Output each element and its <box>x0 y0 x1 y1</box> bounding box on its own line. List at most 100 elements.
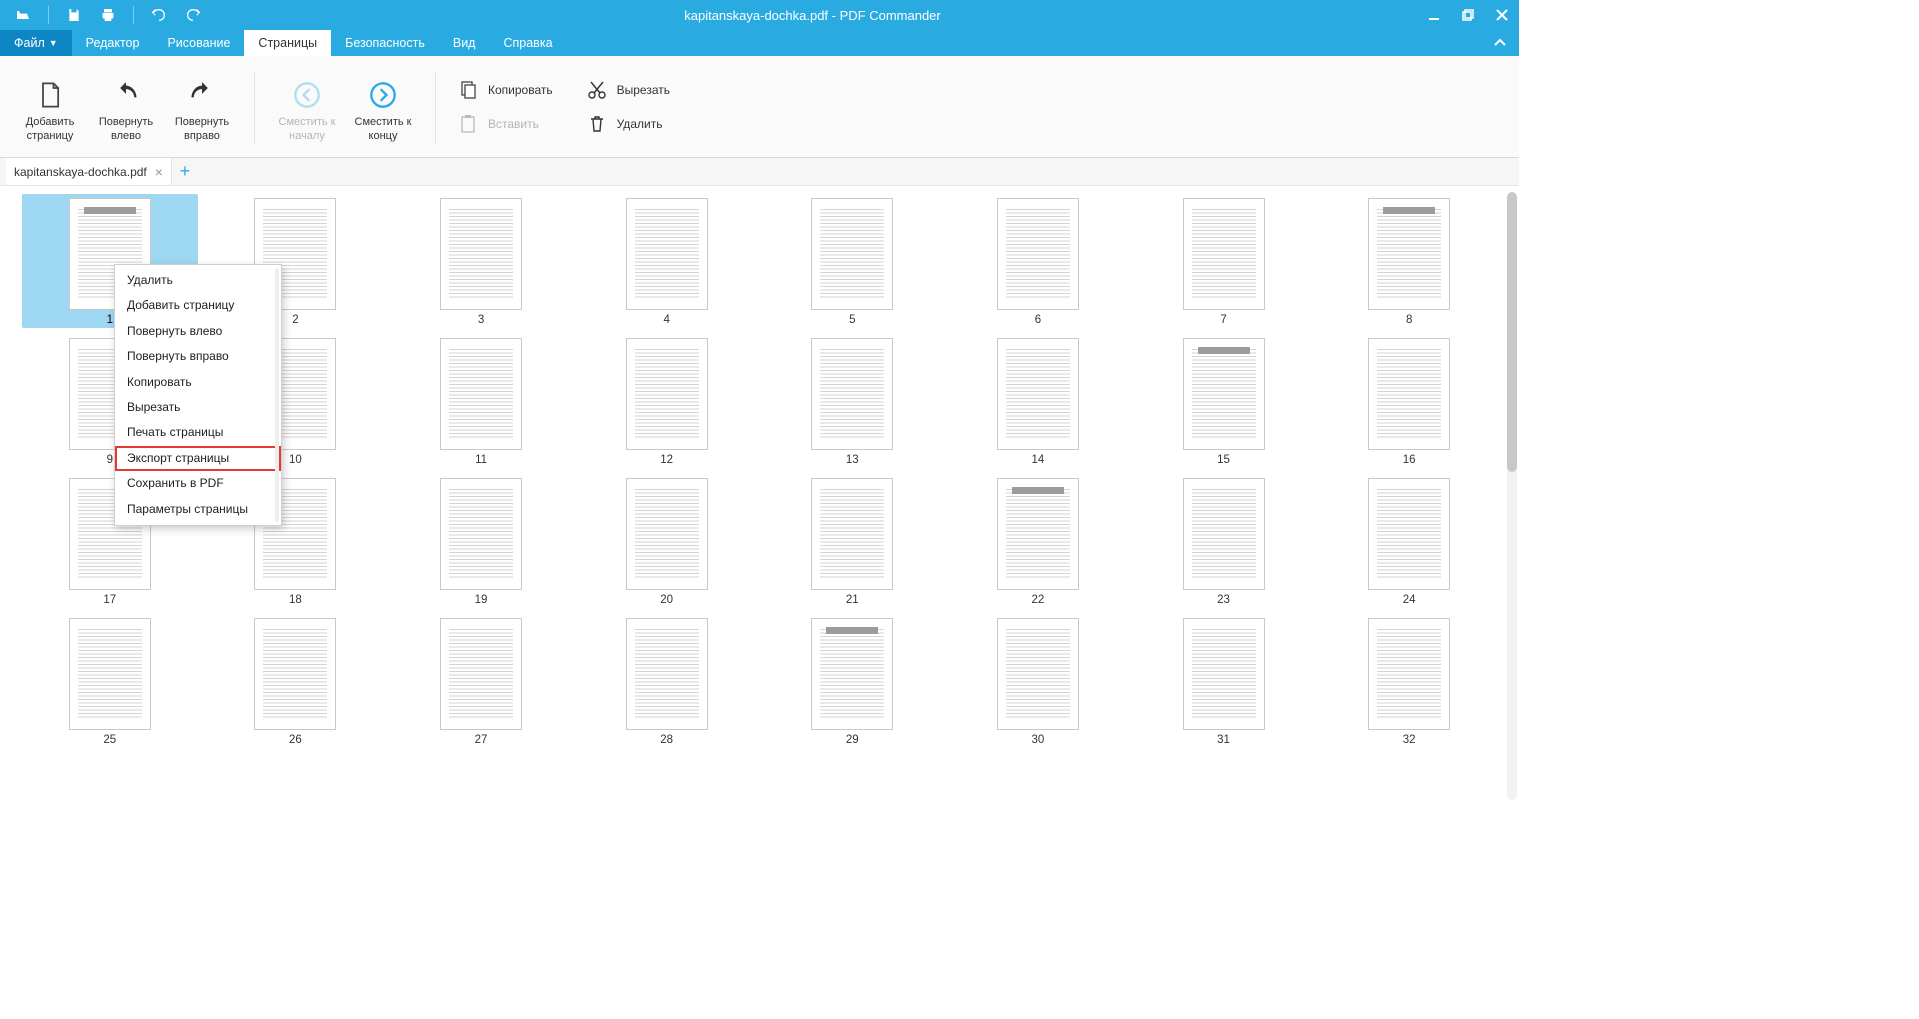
cut-button[interactable]: Вырезать <box>579 76 678 104</box>
shift-to-end-button[interactable]: Сместить к концу <box>345 70 421 144</box>
context-menu-item[interactable]: Вырезать <box>115 395 281 420</box>
page-thumbnail[interactable]: 32 <box>1321 614 1497 748</box>
context-menu-item[interactable]: Копировать <box>115 370 281 395</box>
add-page-label: Добавить страницу <box>26 116 75 144</box>
page-thumbnail[interactable]: 15 <box>1136 334 1312 468</box>
context-menu-item[interactable]: Параметры страницы <box>115 497 281 522</box>
trash-icon <box>587 114 607 134</box>
page-preview <box>811 338 893 450</box>
page-thumbnail[interactable]: 30 <box>950 614 1126 748</box>
menu-view[interactable]: Вид <box>439 30 490 56</box>
page-thumbnail[interactable]: 25 <box>22 614 198 748</box>
context-menu-scroll <box>275 268 279 522</box>
page-number: 12 <box>660 454 673 466</box>
page-thumbnail[interactable]: 12 <box>579 334 755 468</box>
page-thumbnail[interactable]: 20 <box>579 474 755 608</box>
menu-pages[interactable]: Страницы <box>244 30 331 56</box>
page-thumbnail[interactable]: 27 <box>393 614 569 748</box>
redo-button[interactable] <box>178 0 208 30</box>
page-thumbnail[interactable]: 3 <box>393 194 569 328</box>
close-tab-icon[interactable]: × <box>155 165 163 179</box>
page-number: 28 <box>660 734 673 746</box>
page-number: 11 <box>475 454 487 466</box>
context-menu-item[interactable]: Добавить страницу <box>115 293 281 318</box>
page-preview <box>1183 478 1265 590</box>
context-menu-item[interactable]: Повернуть вправо <box>115 344 281 369</box>
page-number: 20 <box>660 594 673 606</box>
paste-label: Вставить <box>488 117 539 131</box>
page-thumbnail[interactable]: 21 <box>765 474 941 608</box>
page-number: 6 <box>1035 314 1041 326</box>
page-thumbnail[interactable]: 4 <box>579 194 755 328</box>
menu-editor[interactable]: Редактор <box>72 30 154 56</box>
context-menu-item[interactable]: Экспорт страницы <box>115 446 281 471</box>
page-number: 10 <box>289 454 302 466</box>
copy-button[interactable]: Копировать <box>450 76 561 104</box>
page-thumbnail[interactable]: 22 <box>950 474 1126 608</box>
page-preview <box>997 618 1079 730</box>
add-page-button[interactable]: Добавить страницу <box>12 70 88 144</box>
page-thumbnail[interactable]: 26 <box>208 614 384 748</box>
minimize-button[interactable] <box>1417 0 1451 30</box>
window-controls <box>1417 0 1519 30</box>
open-file-button[interactable] <box>8 0 38 30</box>
context-menu-item[interactable]: Удалить <box>115 268 281 293</box>
page-number: 7 <box>1220 314 1226 326</box>
delete-button[interactable]: Удалить <box>579 110 678 138</box>
page-preview <box>811 618 893 730</box>
collapse-ribbon-button[interactable] <box>1481 30 1519 56</box>
page-thumbnail[interactable]: 29 <box>765 614 941 748</box>
menu-drawing[interactable]: Рисование <box>153 30 244 56</box>
menu-bar: Файл ▼ Редактор Рисование Страницы Безоп… <box>0 30 1519 56</box>
menu-file[interactable]: Файл ▼ <box>0 30 72 56</box>
page-thumbnail[interactable]: 8 <box>1321 194 1497 328</box>
page-preview <box>440 478 522 590</box>
page-thumbnail[interactable]: 6 <box>950 194 1126 328</box>
close-button[interactable] <box>1485 0 1519 30</box>
rotate-right-button[interactable]: Повернуть вправо <box>164 70 240 144</box>
vertical-scrollbar[interactable] <box>1507 192 1517 800</box>
dropdown-caret-icon: ▼ <box>49 38 58 48</box>
maximize-button[interactable] <box>1451 0 1485 30</box>
context-menu-item[interactable]: Повернуть влево <box>115 319 281 344</box>
page-number: 16 <box>1403 454 1416 466</box>
ribbon-toolbar: Добавить страницу Повернуть влево Поверн… <box>0 56 1519 158</box>
ribbon-group-pages: Добавить страницу Повернуть влево Поверн… <box>12 70 240 144</box>
page-number: 32 <box>1403 734 1416 746</box>
page-thumbnail[interactable]: 7 <box>1136 194 1312 328</box>
document-tabs: kapitanskaya-dochka.pdf × + <box>0 158 1519 186</box>
page-preview <box>254 618 336 730</box>
page-add-icon <box>36 78 64 112</box>
context-menu-item[interactable]: Печать страницы <box>115 420 281 445</box>
document-tab[interactable]: kapitanskaya-dochka.pdf × <box>6 158 172 185</box>
page-preview <box>626 338 708 450</box>
page-thumbnail[interactable]: 5 <box>765 194 941 328</box>
menu-help[interactable]: Справка <box>489 30 566 56</box>
page-thumbnail[interactable]: 14 <box>950 334 1126 468</box>
page-preview <box>626 198 708 310</box>
page-thumbnail[interactable]: 11 <box>393 334 569 468</box>
page-number: 8 <box>1406 314 1412 326</box>
page-number: 24 <box>1403 594 1416 606</box>
add-tab-button[interactable]: + <box>172 161 198 182</box>
page-number: 26 <box>289 734 302 746</box>
page-thumbnail[interactable]: 31 <box>1136 614 1312 748</box>
page-number: 19 <box>475 594 488 606</box>
undo-button[interactable] <box>144 0 174 30</box>
rotate-right-label: Повернуть вправо <box>175 116 229 144</box>
page-thumbnail[interactable]: 23 <box>1136 474 1312 608</box>
print-button[interactable] <box>93 0 123 30</box>
context-menu-item[interactable]: Сохранить в PDF <box>115 471 281 496</box>
page-thumbnail[interactable]: 16 <box>1321 334 1497 468</box>
page-preview <box>626 478 708 590</box>
page-thumbnail[interactable]: 28 <box>579 614 755 748</box>
menu-security[interactable]: Безопасность <box>331 30 439 56</box>
ribbon-group-shift: Сместить к началу Сместить к концу <box>269 70 421 144</box>
page-thumbnail[interactable]: 13 <box>765 334 941 468</box>
page-thumbnail[interactable]: 19 <box>393 474 569 608</box>
save-button[interactable] <box>59 0 89 30</box>
rotate-left-button[interactable]: Повернуть влево <box>88 70 164 144</box>
page-thumbnail[interactable]: 24 <box>1321 474 1497 608</box>
page-preview <box>811 478 893 590</box>
scrollbar-handle[interactable] <box>1507 192 1517 472</box>
